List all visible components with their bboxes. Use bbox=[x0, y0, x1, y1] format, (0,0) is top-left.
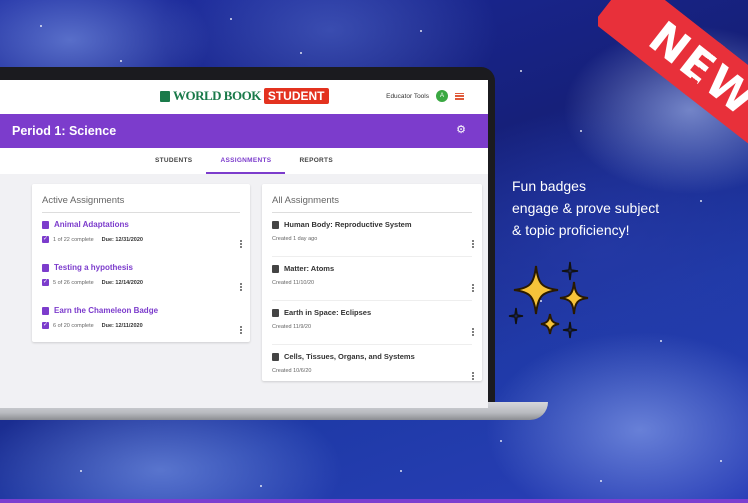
promo-line: Fun badges bbox=[512, 178, 586, 194]
gear-icon[interactable]: ⚙ bbox=[456, 125, 466, 136]
app-header: WORLD BOOK STUDENT Educator Tools A bbox=[0, 80, 488, 114]
kebab-icon[interactable] bbox=[472, 284, 474, 292]
new-label: NEW bbox=[639, 11, 748, 127]
assignment-name[interactable]: Testing a hypothesis bbox=[54, 263, 133, 272]
assignment-due: Due: 12/14/2020 bbox=[101, 279, 143, 286]
educator-tools-link[interactable]: Educator Tools bbox=[386, 93, 429, 100]
list-item[interactable]: Animal Adaptations ✓ 1 of 22 complete Du… bbox=[32, 213, 250, 256]
tab-reports[interactable]: REPORTS bbox=[285, 148, 347, 174]
panel-title: All Assignments bbox=[272, 195, 340, 206]
tab-bar: STUDENTS ASSIGNMENTS REPORTS bbox=[0, 148, 488, 174]
list-item[interactable]: Earn the Chameleon Badge ✓ 6 of 20 compl… bbox=[32, 299, 250, 342]
kebab-icon[interactable] bbox=[472, 240, 474, 248]
bottom-accent-bar bbox=[0, 499, 748, 503]
assignment-name[interactable]: Matter: Atoms bbox=[284, 264, 334, 273]
all-assignments-panel: All Assignments Human Body: Reproductive… bbox=[262, 184, 482, 381]
list-item[interactable]: Cells, Tissues, Organs, and Systems Crea… bbox=[262, 345, 482, 388]
assignment-created: Created 10/6/20 bbox=[272, 368, 312, 374]
promo-line: & topic proficiency! bbox=[512, 222, 630, 238]
panel-title: Active Assignments bbox=[42, 195, 125, 206]
list-item[interactable]: Matter: Atoms Created 11/10/20 bbox=[262, 257, 482, 300]
assignment-name[interactable]: Earth in Space: Eclipses bbox=[284, 308, 371, 317]
clipboard-icon bbox=[272, 264, 279, 273]
kebab-icon[interactable] bbox=[240, 240, 242, 248]
list-item[interactable]: Earth in Space: Eclipses Created 11/9/20 bbox=[262, 301, 482, 344]
clipboard-icon bbox=[272, 220, 279, 229]
assignment-progress: 5 of 26 complete bbox=[53, 279, 94, 286]
assignment-progress: 1 of 22 complete bbox=[53, 236, 94, 243]
check-icon: ✓ bbox=[42, 279, 49, 286]
user-avatar[interactable]: A bbox=[436, 90, 448, 102]
list-item[interactable]: Testing a hypothesis ✓ 5 of 26 complete … bbox=[32, 256, 250, 299]
tab-assignments[interactable]: ASSIGNMENTS bbox=[206, 148, 286, 174]
kebab-icon[interactable] bbox=[472, 328, 474, 336]
assignment-name[interactable]: Cells, Tissues, Organs, and Systems bbox=[284, 352, 415, 361]
kebab-icon[interactable] bbox=[240, 283, 242, 291]
kebab-icon[interactable] bbox=[472, 372, 474, 380]
logo-student-badge: STUDENT bbox=[263, 88, 329, 104]
kebab-icon[interactable] bbox=[240, 326, 242, 334]
world-book-logo[interactable]: WORLD BOOK STUDENT bbox=[160, 88, 329, 104]
assignment-name[interactable]: Human Body: Reproductive System bbox=[284, 220, 412, 229]
class-title-bar: Period 1: Science ⚙ bbox=[0, 114, 488, 148]
laptop-screen: WORLD BOOK STUDENT Educator Tools A Peri… bbox=[0, 80, 488, 408]
new-ribbon: NEW bbox=[598, 0, 748, 150]
logo-text: WORLD BOOK bbox=[173, 88, 261, 103]
assignment-progress: 6 of 20 complete bbox=[53, 322, 94, 329]
check-icon: ✓ bbox=[42, 322, 49, 329]
tab-students[interactable]: STUDENTS bbox=[141, 148, 206, 174]
book-icon bbox=[160, 90, 170, 102]
assignment-name[interactable]: Animal Adaptations bbox=[54, 220, 129, 229]
check-icon: ✓ bbox=[42, 236, 49, 243]
clipboard-icon bbox=[42, 220, 49, 229]
menu-icon[interactable] bbox=[455, 92, 464, 100]
assignment-name[interactable]: Earn the Chameleon Badge bbox=[54, 306, 158, 315]
sparkle-icon bbox=[508, 261, 589, 339]
clipboard-icon bbox=[42, 306, 49, 315]
promo-text: Fun badges engage & prove subject & topi… bbox=[512, 175, 712, 241]
assignment-due: Due: 12/11/2020 bbox=[101, 322, 143, 329]
promo-line: engage & prove subject bbox=[512, 200, 660, 216]
clipboard-icon bbox=[42, 263, 49, 272]
assignment-created: Created 1 day ago bbox=[272, 236, 318, 242]
page-title: Period 1: Science bbox=[12, 124, 117, 138]
clipboard-icon bbox=[272, 308, 279, 317]
list-item[interactable]: Human Body: Reproductive System Created … bbox=[262, 213, 482, 256]
assignment-due: Due: 12/31/2020 bbox=[101, 236, 143, 243]
assignment-created: Created 11/10/20 bbox=[272, 280, 315, 286]
active-assignments-panel: Active Assignments Animal Adaptations ✓ … bbox=[32, 184, 250, 342]
assignment-created: Created 11/9/20 bbox=[272, 324, 312, 330]
clipboard-icon bbox=[272, 352, 279, 361]
